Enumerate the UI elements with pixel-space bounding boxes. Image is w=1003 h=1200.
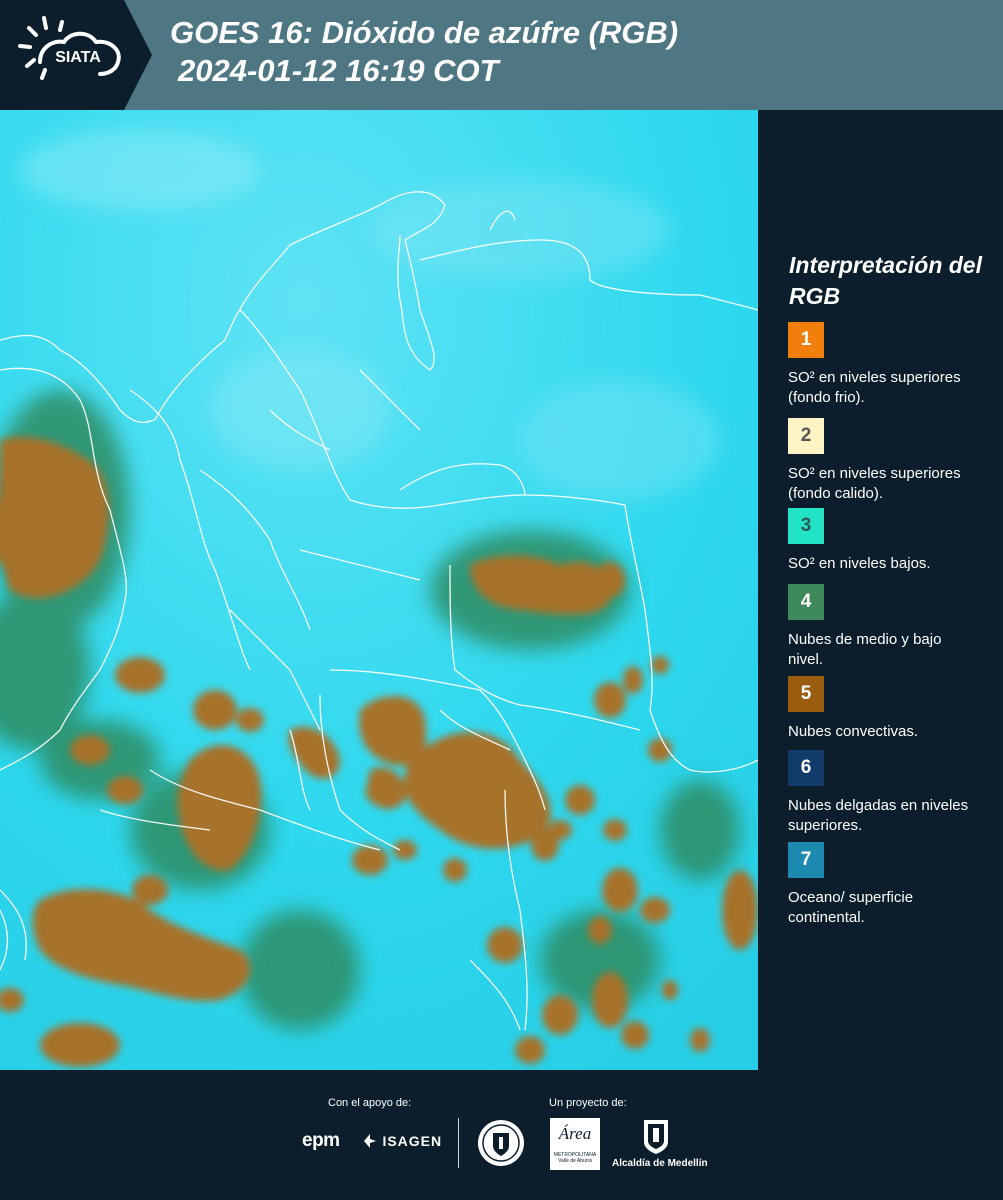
legend-label-3: SO² en niveles bajos. — [788, 555, 931, 572]
area-logo-text: Área — [558, 1124, 592, 1143]
legend-label-7: Oceano/ superficie continental. — [788, 889, 914, 926]
header-bar: SIATA GOES 16: Dióxido de azúfre (RGB) 2… — [0, 0, 1003, 110]
isagen-logo: ISAGEN — [362, 1132, 442, 1154]
legend-item-1: 1 SO² en niveles superiores (fondo frio)… — [788, 322, 988, 408]
legend-label-4: Nubes de medio y bajo nivel. — [788, 631, 942, 668]
legend-item-5: 5 Nubes convectivas. — [788, 676, 988, 742]
page-title: GOES 16: Dióxido de azúfre (RGB) 2024-01… — [170, 14, 678, 90]
legend-item-3: 3 SO² en niveles bajos. — [788, 508, 988, 574]
legend-item-4: 4 Nubes de medio y bajo nivel. — [788, 584, 988, 670]
medellin-seal — [476, 1118, 526, 1173]
legend-swatch-4: 4 — [788, 584, 824, 620]
satellite-map[interactable] — [0, 110, 758, 1070]
legend-item-7: 7 Oceano/ superficie continental. — [788, 842, 988, 928]
legend-swatch-2: 2 — [788, 418, 824, 454]
support-label: Con el apoyo de: — [328, 1097, 412, 1109]
legend-swatch-5: 5 — [788, 676, 824, 712]
isagen-mark-icon — [364, 1134, 376, 1148]
legend-item-6: 6 Nubes delgadas en niveles superiores. — [788, 750, 988, 836]
legend-swatch-1: 1 — [788, 322, 824, 358]
siata-logo: SIATA — [0, 0, 152, 110]
legend-title: Interpretación del RGB — [789, 252, 982, 309]
legend-swatch-7: 7 — [788, 842, 824, 878]
project-label: Un proyecto de: — [549, 1097, 627, 1109]
isagen-text: ISAGEN — [382, 1133, 443, 1149]
epm-logo: epm — [302, 1130, 340, 1151]
title-line-1: GOES 16: Dióxido de azúfre (RGB) — [170, 15, 679, 50]
legend-label-1: SO² en niveles superiores (fondo frio). — [788, 369, 961, 406]
legend-panel: Interpretación del RGB 1 SO² en niveles … — [758, 110, 1003, 1070]
legend-swatch-6: 6 — [788, 750, 824, 786]
satellite-image — [0, 110, 758, 1070]
legend-label-2: SO² en niveles superiores (fondo calido)… — [788, 465, 961, 502]
alcaldia-shield — [642, 1118, 670, 1161]
siata-logo-text: SIATA — [55, 49, 101, 66]
footer: Con el apoyo de: Un proyecto de: epm ISA… — [0, 1070, 1003, 1200]
legend-label-6: Nubes delgadas en niveles superiores. — [788, 797, 969, 834]
title-line-2: 2024-01-12 16:19 COT — [178, 53, 499, 88]
area-metropolitana-logo: Área METROPOLITANA Valle de Aburrá — [550, 1118, 600, 1170]
alcaldia-text: Alcaldía de Medellín — [612, 1158, 708, 1169]
area-logo-subcaption: Valle de Aburrá — [558, 1158, 592, 1164]
legend-item-2: 2 SO² en niveles superiores (fondo calid… — [788, 418, 988, 504]
legend-swatch-3: 3 — [788, 508, 824, 544]
shield-icon — [644, 1120, 668, 1154]
seal-icon — [478, 1120, 524, 1166]
legend-label-5: Nubes convectivas. — [788, 723, 919, 740]
footer-divider — [458, 1118, 459, 1168]
